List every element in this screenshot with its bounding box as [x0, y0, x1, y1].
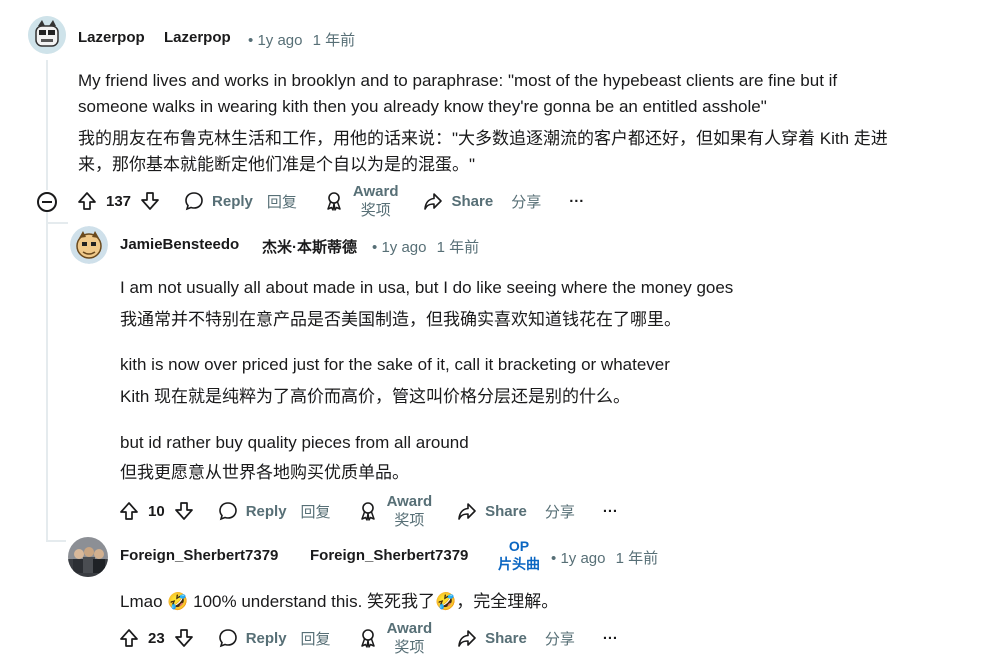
comment-body-line: 来，那你基本就能断定他们准是个自以为是的混蛋。"	[78, 155, 476, 174]
comment-body-line: I am not usually all about made in usa, …	[120, 278, 734, 297]
upvote-button[interactable]	[118, 627, 140, 649]
comment-action-bar: 23 Reply 回复 Award 奖项 Share 分享 ···	[118, 618, 618, 658]
more-icon[interactable]: ···	[569, 193, 584, 210]
avatar[interactable]	[28, 16, 66, 54]
reply-label-translation: 回复	[266, 193, 297, 211]
downvote-button[interactable]	[139, 190, 161, 212]
award-label: Award	[386, 493, 433, 510]
reply-label: Reply	[245, 502, 287, 520]
share-button[interactable]: Share 分享	[456, 627, 575, 649]
thread-line-reply	[46, 212, 48, 542]
award-icon	[327, 192, 341, 211]
thread-connector	[46, 540, 66, 542]
reply-button[interactable]: Reply 回复	[183, 190, 297, 212]
award-label-translation: 奖项	[360, 202, 391, 219]
meta-dot: •	[248, 32, 254, 49]
comment-age-translation: 1 年前	[615, 550, 659, 567]
more-icon[interactable]: ···	[603, 630, 618, 647]
comment-author[interactable]: Foreign_Sherbert7379	[120, 547, 278, 564]
comment-author-translation: Lazerpop	[164, 29, 231, 46]
downvote-button[interactable]	[173, 627, 195, 649]
comment-age: 1y ago	[560, 550, 606, 567]
comment-age: 1y ago	[381, 239, 427, 256]
meta-dot: •	[372, 239, 378, 256]
collapse-icon[interactable]	[37, 192, 57, 212]
upvote-icon	[120, 629, 138, 647]
comment-body-line: kith is now over priced just for the sak…	[120, 355, 670, 374]
upvote-icon	[78, 192, 96, 210]
award-button[interactable]: Award 奖项	[357, 492, 433, 530]
share-label-translation: 分享	[544, 503, 575, 521]
share-icon	[458, 630, 476, 647]
avatar[interactable]	[68, 537, 108, 577]
comment-age: 1y ago	[257, 32, 303, 49]
comment-author-translation: 杰米·本斯蒂德	[262, 239, 357, 256]
comment-body-line: Kith 现在就是纯粹为了高价而高价，管这叫价格分层还是别的什么。	[120, 387, 631, 406]
comment-age-translation: 1 年前	[436, 239, 480, 256]
share-label: Share	[485, 629, 527, 647]
comment-body-line: My friend lives and works in brooklyn an…	[78, 71, 838, 90]
share-icon	[424, 193, 443, 210]
comment-age-translation: 1 年前	[312, 32, 356, 49]
vote-count: 10	[148, 502, 165, 520]
reply-button[interactable]: Reply 回复	[217, 500, 331, 522]
award-icon	[360, 502, 375, 521]
comment-body-line: someone walks in wearing kith then you a…	[78, 97, 767, 116]
vote-count: 137	[106, 192, 132, 210]
comment-icon	[218, 629, 237, 648]
downvote-icon	[141, 192, 159, 210]
comment-action-bar: 10 Reply 回复 Award 奖项 Share 分享 ···	[118, 491, 618, 531]
thread-connector	[46, 222, 68, 224]
thread-line-main	[46, 60, 48, 190]
award-label-translation: 奖项	[394, 512, 425, 529]
reply-label-translation: 回复	[300, 503, 331, 521]
more-icon[interactable]: ···	[603, 503, 618, 520]
op-label: OP	[508, 538, 530, 554]
reply-button[interactable]: Reply 回复	[217, 627, 331, 649]
award-label-translation: 奖项	[394, 639, 425, 656]
op-badge: OP 片头曲	[498, 537, 540, 573]
share-button[interactable]: Share 分享	[422, 190, 541, 212]
share-label: Share	[451, 192, 494, 210]
upvote-icon	[120, 502, 138, 520]
comment-icon	[218, 502, 237, 521]
upvote-button[interactable]	[118, 500, 140, 522]
comment-author[interactable]: JamieBensteedo	[120, 236, 239, 253]
reply-label: Reply	[212, 192, 253, 210]
vote-count: 23	[148, 629, 165, 647]
share-label-translation: 分享	[511, 193, 542, 211]
meta-dot: •	[551, 550, 557, 567]
award-button[interactable]: Award 奖项	[323, 182, 399, 220]
downvote-icon	[174, 502, 193, 520]
downvote-button[interactable]	[173, 500, 195, 522]
share-label: Share	[485, 502, 527, 520]
comment-author[interactable]: Lazerpop	[78, 29, 145, 46]
award-icon	[360, 629, 375, 648]
comment-meta: • 1y ago 1 年前	[248, 29, 355, 50]
share-icon	[458, 503, 476, 520]
upvote-button[interactable]	[76, 190, 98, 212]
comment-body-line: 但我更愿意从世界各地购买优质单品。	[120, 463, 409, 482]
comment-meta: • 1y ago 1 年前	[551, 547, 658, 568]
avatar[interactable]	[70, 226, 108, 264]
share-button[interactable]: Share 分享	[456, 500, 575, 522]
comment-body-line: 我通常并不特别在意产品是否美国制造，但我确实喜欢知道钱花在了哪里。	[120, 310, 681, 329]
reply-label: Reply	[245, 629, 287, 647]
reply-label-translation: 回复	[300, 630, 331, 648]
downvote-icon	[174, 629, 193, 647]
comment-author-translation: Foreign_Sherbert7379	[310, 547, 469, 564]
comment-meta: • 1y ago 1 年前	[372, 236, 479, 257]
comment-body-line: 我的朋友在布鲁克林生活和工作，用他的话来说："大多数追逐潮流的客户都还好，但如果…	[78, 129, 888, 148]
award-label: Award	[352, 183, 399, 200]
comment-body-line: Lmao 🤣 100% understand this. 笑死我了🤣，完全理解。	[120, 592, 559, 611]
op-label-translation: 片头曲	[498, 556, 540, 572]
comment-action-bar: 137 Reply 回复 Award 奖项 Share 分享 ···	[76, 181, 584, 221]
share-label-translation: 分享	[544, 630, 575, 648]
award-button[interactable]: Award 奖项	[357, 619, 433, 657]
award-label: Award	[386, 620, 433, 637]
comment-icon	[185, 192, 203, 211]
comment-body-line: but id rather buy quality pieces from al…	[120, 433, 469, 452]
